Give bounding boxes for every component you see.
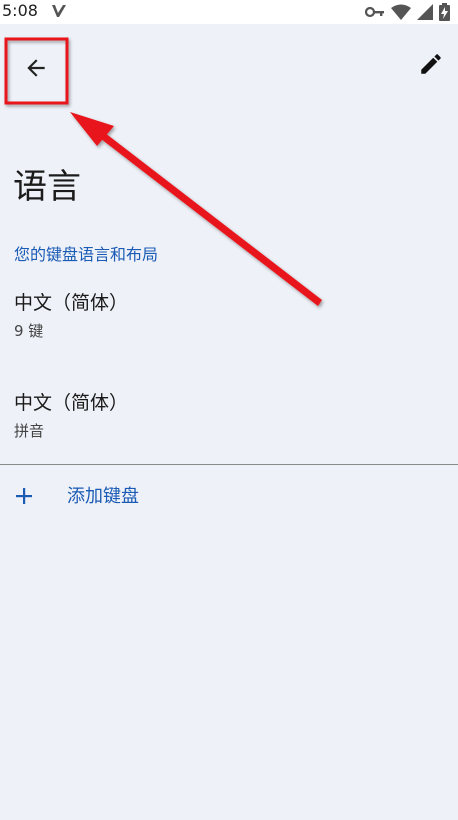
- arrow-back-icon: [23, 55, 49, 85]
- divider: [0, 464, 458, 465]
- status-time: 5:08: [2, 1, 38, 20]
- battery-charging-icon: [439, 3, 450, 21]
- signal-icon: [417, 4, 433, 20]
- pencil-icon: [418, 51, 444, 81]
- status-bar: 5:08: [0, 0, 458, 24]
- plus-icon: [14, 486, 34, 506]
- keyboard-subtitle: 拼音: [14, 422, 45, 440]
- back-button[interactable]: [6, 38, 66, 102]
- keyboard-subtitle: 9 键: [14, 322, 44, 340]
- edit-button[interactable]: [416, 48, 446, 84]
- wifi-icon: [391, 4, 411, 20]
- annotation-arrow: [70, 112, 322, 306]
- add-keyboard-label: 添加键盘: [67, 486, 139, 507]
- keyboard-item-9key[interactable]: 中文（简体） 9 键: [0, 284, 458, 372]
- keyboard-title: 中文（简体）: [14, 292, 129, 314]
- v-logo-icon: [50, 2, 68, 20]
- keyboard-title: 中文（简体）: [14, 392, 129, 414]
- page-title: 语言: [13, 167, 81, 207]
- keyboard-item-pinyin[interactable]: 中文（简体） 拼音: [0, 384, 458, 472]
- add-keyboard-button[interactable]: 添加键盘: [0, 472, 458, 524]
- status-icons: [365, 3, 450, 21]
- section-header: 您的键盘语言和布局: [14, 245, 159, 264]
- key-icon: [365, 5, 385, 19]
